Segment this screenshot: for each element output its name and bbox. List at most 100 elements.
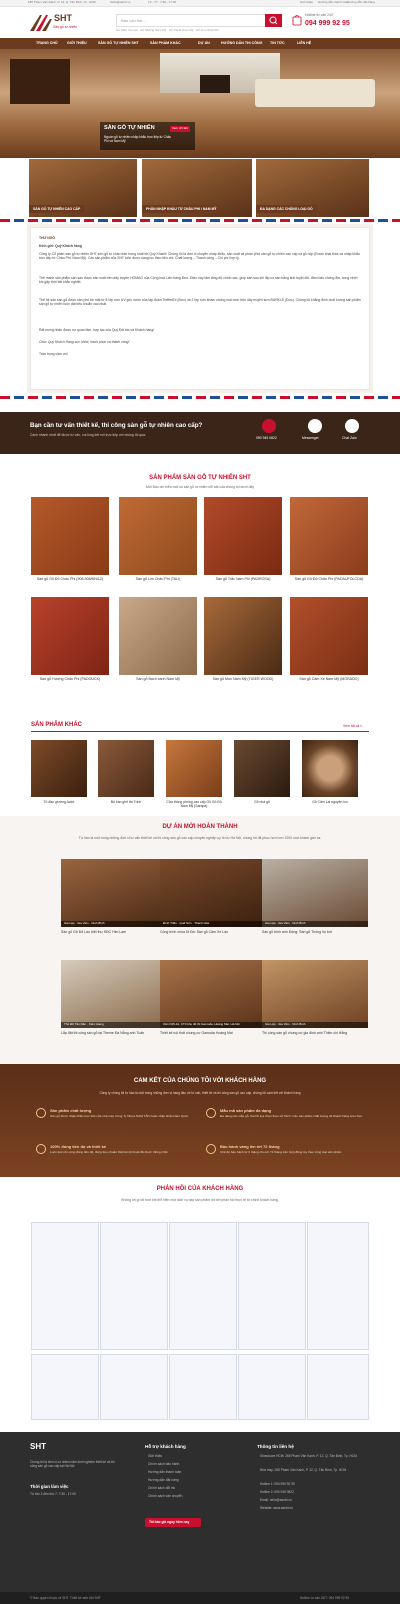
- feedback-sub: Không lời gì tốt hơn khi thể hiện một dị…: [121, 1198, 279, 1202]
- product-image-7[interactable]: [204, 597, 282, 675]
- feedback-screenshot-2[interactable]: [100, 1222, 168, 1350]
- product-name-4[interactable]: Sàn gỗ Gõ Đỏ Châu Phi (PADAUFOLCDA): [290, 577, 368, 582]
- product-name-5[interactable]: Sàn gỗ Hương Châu Phi (PADOUCK): [31, 677, 109, 682]
- footer-guide-4[interactable]: Hướng dẫn đặt hàng: [148, 1478, 179, 1482]
- nav-natural-wood[interactable]: SẢN GỖ TỰ NHIÊN SHT: [98, 41, 139, 46]
- other-name-4[interactable]: Gỗ nhà gỗ: [232, 800, 292, 804]
- hero-cabinet: [10, 59, 70, 104]
- feedback-screenshot-3[interactable]: [169, 1222, 237, 1350]
- other-image-1[interactable]: [31, 740, 87, 797]
- feedback-screenshot-8[interactable]: [169, 1354, 237, 1420]
- project-name-2[interactable]: Công trình chùa Di Đà: Sàn gỗ Căm Xe Lào: [160, 930, 268, 935]
- nav-other-products[interactable]: SẢN PHẨM KHÁC: [150, 41, 181, 46]
- product-image-5[interactable]: [31, 597, 109, 675]
- others-more-link[interactable]: Xem tất cả »: [343, 724, 362, 728]
- footer-cta-button[interactable]: Tải báo giá ngay hôm nay: [145, 1518, 201, 1527]
- footer-hotline[interactable]: Hotline tư vấn 24/7: 094 999 92 95: [300, 1596, 349, 1600]
- nav-projects[interactable]: DỰ ÁN: [198, 41, 210, 46]
- zalo-icon[interactable]: [345, 419, 359, 433]
- project-name-3[interactable]: Sàn gỗ trình anh Đông: Sàn gỗ Thông hộ b…: [262, 930, 370, 935]
- feedback-screenshot-7[interactable]: [100, 1354, 168, 1420]
- project-name-4[interactable]: Lắp đặt thi công sàn gỗ tại Theme Đà Nẵn…: [61, 1031, 169, 1036]
- feedback-screenshot-1[interactable]: [31, 1222, 99, 1350]
- product-image-3[interactable]: [204, 497, 282, 575]
- feedback-screenshot-9[interactable]: [238, 1354, 306, 1420]
- product-name-8[interactable]: Sàn gỗ Căm Xe Nam Mỹ (MORADO): [290, 677, 368, 682]
- footer-contact-4[interactable]: Hotline 2: 090 949 0822: [260, 1490, 294, 1494]
- commit-title: CAM KẾT CỦA CHÚNG TÔI VỚI KHÁCH HÀNG: [133, 1078, 267, 1084]
- search-input[interactable]: Bạn cần tìm...: [116, 14, 282, 27]
- feedback-screenshot-10[interactable]: [307, 1354, 369, 1420]
- other-image-2[interactable]: [98, 740, 154, 797]
- nav-contact[interactable]: LIÊN HỆ: [297, 41, 311, 46]
- logo[interactable]: SHT Sàn gỗ tự nhiên: [28, 11, 78, 35]
- footer-guide-2[interactable]: Chính sách bảo hành: [148, 1462, 179, 1466]
- top-link-about[interactable]: Giới thiệu: [300, 0, 313, 5]
- main-nav: TRANG CHỦ GIỚI THIỆU SẢN GỖ TỰ NHIÊN SHT…: [0, 38, 400, 49]
- hero-caption[interactable]: SÀN GỖ TỰ NHIÊN Xem chi tiết Nguồn gỗ tự…: [100, 122, 195, 150]
- project-image-3[interactable]: Gia Lập · Gia Viên · Ninh Bình: [262, 859, 368, 927]
- product-name-2[interactable]: Sàn gỗ Lim Châu Phi (TALI): [119, 577, 197, 582]
- product-image-8[interactable]: [290, 597, 368, 675]
- other-name-2[interactable]: Bộ bàn ghế ăn Trinh: [96, 800, 156, 804]
- footer-guide-3[interactable]: Hướng dẫn thanh toán: [148, 1470, 181, 1474]
- category-tile-1[interactable]: SÀN GỖ TỰ NHIÊN CAO CẤP: [29, 159, 137, 217]
- project-image-6[interactable]: Gia Lập · Gia Viên · Ninh Bình: [262, 960, 368, 1028]
- project-name-1[interactable]: Sàn gỗ Gõ Đỏ Lào biệt thự KĐC Him Lam: [61, 930, 169, 935]
- search-button[interactable]: [265, 14, 282, 27]
- project-image-2[interactable]: Đình Triều · Quế Sơn · Thanh Hóa: [160, 859, 266, 927]
- cart-icon[interactable]: [292, 14, 302, 26]
- top-link-payment[interactable]: Hướng dẫn thanh toán: [318, 0, 348, 5]
- feedback-screenshot-5[interactable]: [307, 1222, 369, 1350]
- category-tile-3[interactable]: ĐA DẠNG CÁC CHỦNG LOẠI GỖ: [256, 159, 369, 217]
- product-name-3[interactable]: Sàn gỗ Trắc Nam Phi (PADROSA): [204, 577, 282, 582]
- quick-search-links[interactable]: Gỗ Căm Xe Lào · Gỗ Muồng Nam Mỹ · Gỗ Pac…: [116, 28, 219, 33]
- consult-messenger[interactable]: Messenger: [302, 436, 319, 440]
- commitment-section: CAM KẾT CỦA CHÚNG TÔI VỚI KHÁCH HÀNG Côn…: [0, 1064, 400, 1177]
- other-image-3[interactable]: [166, 740, 222, 797]
- messenger-icon[interactable]: [308, 419, 322, 433]
- other-image-4[interactable]: [234, 740, 290, 797]
- other-name-5[interactable]: Gỗ Căm Lai nguyên lóu: [300, 800, 360, 804]
- consult-phone[interactable]: 090 949 0822: [256, 436, 277, 440]
- project-image-1[interactable]: Gia Lập · Gia Viên · Ninh Bình: [61, 859, 167, 927]
- footer-contact-6[interactable]: Website: www.sanbt.vn: [260, 1506, 293, 1510]
- consult-zalo[interactable]: Chat Zalo: [342, 436, 357, 440]
- footer-logo[interactable]: SHT: [30, 1442, 46, 1452]
- product-name-6[interactable]: Sàn gỗ Bạch xanh Nam Mỹ: [119, 677, 197, 682]
- nav-news[interactable]: TIN TỨC: [270, 41, 285, 46]
- project-name-6[interactable]: Thi công sàn gỗ chung cư gia đình anh Th…: [262, 1031, 370, 1036]
- project-tag-4: Thủ Đồ Tân Dân · Kiên Giang: [61, 1022, 167, 1028]
- footer-contact-5[interactable]: Email: hello@sanbt.vn: [260, 1498, 292, 1502]
- project-image-4[interactable]: Thủ Đồ Tân Dân · Kiên Giang: [61, 960, 167, 1028]
- footer-guide-1[interactable]: Giới thiệu: [148, 1454, 162, 1458]
- footer-contact-3[interactable]: Hotline 1: 094 999 92 95: [260, 1482, 295, 1486]
- footer-guide-5[interactable]: Chính sách đổi trả: [148, 1486, 175, 1490]
- address-text: 185 Phạm Văn Đạnh, P. 12, Q. Tân Bình, T…: [28, 0, 96, 4]
- nav-home[interactable]: TRANG CHỦ: [36, 41, 58, 46]
- feedback-screenshot-4[interactable]: [238, 1222, 306, 1350]
- product-image-1[interactable]: [31, 497, 109, 575]
- other-name-1[interactable]: Tủ đầu giường Actor: [29, 800, 89, 804]
- footer-guide-6[interactable]: Chính sách vận chuyển: [148, 1494, 182, 1498]
- nav-install-guide[interactable]: HƯỚNG DẪN THI CÔNG: [221, 41, 262, 46]
- category-tile-2[interactable]: PHẢN NHẬP KHẨU TỪ CHÂU PHI / NAM MỸ: [142, 159, 252, 217]
- footer: SHT Chúng tôi là đơn vị có nhiều năm kin…: [0, 1432, 400, 1604]
- product-image-6[interactable]: [119, 597, 197, 675]
- hero-banner[interactable]: [0, 49, 400, 158]
- hero-badge[interactable]: Xem chi tiết: [170, 126, 190, 132]
- top-link-order[interactable]: Hướng dẫn đặt hàng: [347, 0, 375, 5]
- product-image-4[interactable]: [290, 497, 368, 575]
- feedback-screenshot-6[interactable]: [31, 1354, 99, 1420]
- nav-about[interactable]: GIỚI THIỆU: [67, 41, 87, 46]
- project-image-5[interactable]: Căn N15-12, CT3 khu đô thị Gamuda, Hoàng…: [160, 960, 266, 1028]
- other-name-3[interactable]: Cửa thông phòng cao cấp Gỗ Gõ Đỏ Nam Mỹ …: [164, 800, 224, 809]
- product-image-2[interactable]: [119, 497, 197, 575]
- product-name-1[interactable]: Sàn gỗ Gõ Đỏ Châu Phi (908-908/ĐN/LZ): [31, 577, 109, 582]
- other-image-5[interactable]: [302, 740, 358, 797]
- hotline-box[interactable]: Hotline tư vấn 24/7 094 999 92 95: [305, 12, 365, 32]
- project-name-5[interactable]: Thiết kế nội thất chung cư Gamuda Hoàng …: [160, 1031, 268, 1036]
- variety-icon: [206, 1108, 216, 1118]
- phone-icon[interactable]: [262, 419, 276, 433]
- product-name-7[interactable]: Sàn gỗ Mun Nam Mỹ (TIGER WOOD): [204, 677, 282, 682]
